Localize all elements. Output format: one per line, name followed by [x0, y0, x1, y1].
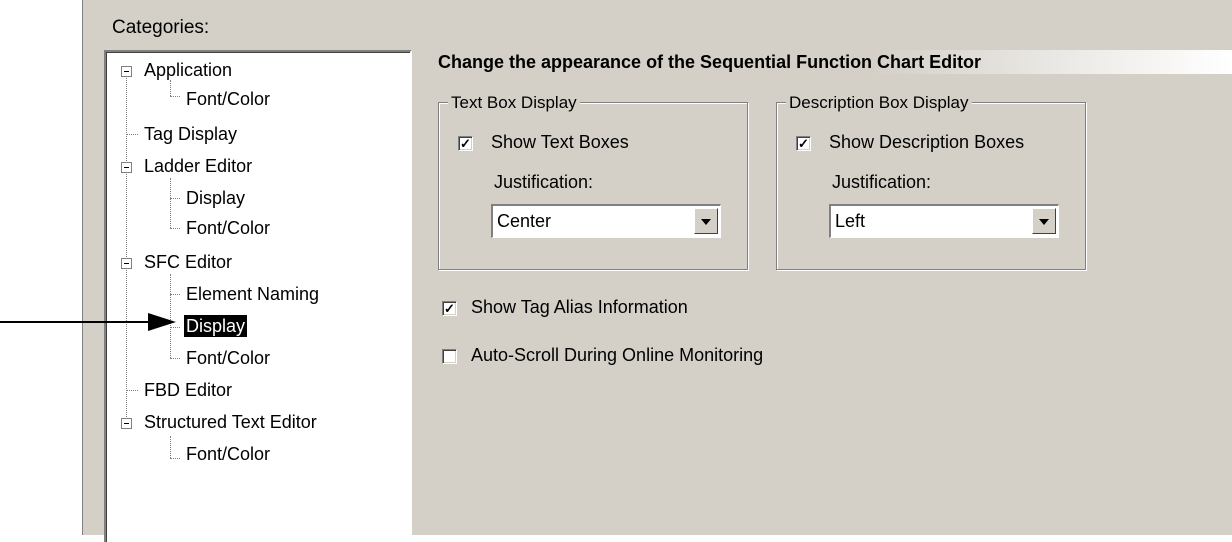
tree-item-ladder-editor[interactable]: Ladder Editor [144, 155, 252, 177]
tree-connector [170, 294, 180, 295]
description-box-display-title: Description Box Display [786, 93, 972, 113]
description-justification-value: Left [835, 211, 866, 231]
categories-tree[interactable]: Application Font/Color Tag Display Ladde… [104, 50, 412, 542]
tree-item-sfc-editor[interactable]: SFC Editor [144, 251, 232, 273]
tree-connector [170, 458, 180, 459]
show-description-boxes-label: Show Description Boxes [829, 132, 1025, 152]
check-icon: ✓ [460, 136, 471, 151]
categories-label: Categories: [112, 17, 210, 38]
tree-connector [126, 134, 138, 135]
tree-item-sfc-display[interactable]: Display [184, 315, 248, 337]
tree-item-application-font-color[interactable]: Font/Color [186, 88, 270, 110]
collapse-icon[interactable] [121, 418, 132, 429]
callout-arrow-line [0, 321, 150, 323]
auto-scroll-label: Auto-Scroll During Online Monitoring [471, 345, 764, 365]
tree-connector [170, 178, 171, 228]
show-text-boxes-label: Show Text Boxes [491, 132, 629, 152]
check-icon: ✓ [798, 136, 809, 151]
text-box-display-title: Text Box Display [448, 93, 580, 113]
description-justification-dropdown[interactable]: Left [829, 204, 1059, 238]
show-tag-alias-label: Show Tag Alias Information [471, 297, 688, 317]
tree-item-tag-display[interactable]: Tag Display [144, 123, 237, 145]
description-justification-label: Justification: [832, 172, 932, 192]
auto-scroll-checkbox[interactable] [442, 349, 457, 364]
show-text-boxes-checkbox[interactable]: ✓ [458, 136, 473, 151]
chevron-down-icon[interactable] [694, 208, 718, 234]
tree-connector [126, 74, 127, 429]
tree-connector [170, 96, 180, 97]
collapse-icon[interactable] [121, 162, 132, 173]
page-title: Change the appearance of the Sequential … [432, 50, 1232, 74]
tree-item-ladder-display[interactable]: Display [186, 187, 245, 209]
text-justification-value: Center [497, 211, 552, 231]
tree-item-ladder-font-color[interactable]: Font/Color [186, 217, 270, 239]
tree-connector [170, 80, 171, 96]
tree-connector [170, 436, 171, 458]
tree-connector [170, 358, 180, 359]
tree-item-sfc-element-naming[interactable]: Element Naming [186, 283, 319, 305]
text-justification-label: Justification: [494, 172, 594, 192]
tree-item-structured-text-editor[interactable]: Structured Text Editor [144, 411, 317, 433]
collapse-icon[interactable] [121, 66, 132, 77]
arrow-right-icon [148, 313, 176, 331]
show-description-boxes-checkbox[interactable]: ✓ [796, 136, 811, 151]
collapse-icon[interactable] [121, 258, 132, 269]
tree-item-st-font-color[interactable]: Font/Color [186, 443, 270, 465]
text-justification-dropdown[interactable]: Center [491, 204, 721, 238]
check-icon: ✓ [444, 301, 455, 316]
tree-connector [126, 390, 138, 391]
chevron-down-icon[interactable] [1032, 208, 1056, 234]
tree-item-fbd-editor[interactable]: FBD Editor [144, 379, 232, 401]
tree-connector [170, 198, 180, 199]
show-tag-alias-checkbox[interactable]: ✓ [442, 301, 457, 316]
tree-item-application[interactable]: Application [144, 59, 232, 81]
tree-item-sfc-font-color[interactable]: Font/Color [186, 347, 270, 369]
tree-connector [170, 228, 180, 229]
